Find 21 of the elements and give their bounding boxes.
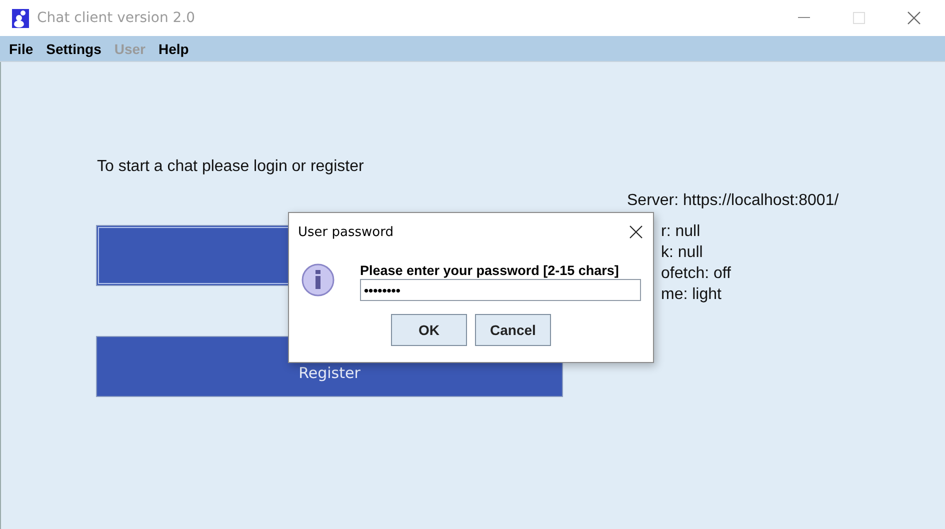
info-line: Server: https://localhost:8001/ — [627, 191, 839, 210]
dialog-message: Please enter your password [2-15 chars] — [360, 263, 620, 278]
maximize-icon — [852, 12, 864, 24]
info-icon — [301, 263, 335, 297]
minimize-icon — [798, 17, 810, 19]
password-field[interactable]: •••••••• — [360, 279, 641, 301]
info-line: ofetch: off — [661, 264, 732, 284]
info-line: me: light — [661, 285, 722, 305]
info-line: r: null — [661, 222, 702, 242]
dialog-button[interactable]: Cancel — [475, 314, 551, 346]
dialog-button[interactable]: OK — [391, 314, 467, 346]
menu-item[interactable]: Settings — [40, 40, 108, 56]
menu-item[interactable]: File — [3, 40, 40, 56]
dialog-title: User password — [298, 224, 394, 240]
close-icon — [629, 225, 643, 239]
app-icon — [12, 8, 29, 28]
info-line: k: null — [661, 243, 704, 263]
window-title: Chat client version 2.0 — [37, 10, 196, 26]
menu-item[interactable]: Help — [152, 40, 195, 56]
prompt-text: To start a chat please login or register — [97, 158, 365, 176]
close-icon — [906, 11, 920, 25]
